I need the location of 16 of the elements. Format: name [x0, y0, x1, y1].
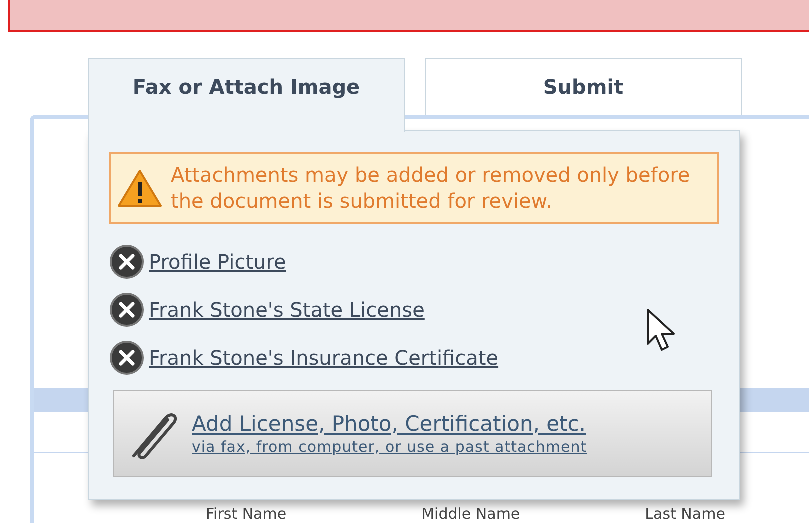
attachment-link[interactable]: Frank Stone's Insurance Certificate	[149, 343, 499, 373]
field-label: Middle Name	[422, 504, 520, 523]
attachment-link[interactable]: Frank Stone's State License	[149, 295, 425, 325]
add-attachment-subtitle: via fax, from computer, or use a past attachment	[192, 436, 588, 456]
warning-text: Attachments may be added or removed only before the document is submitted for review.	[171, 162, 692, 214]
add-attachment-title: Add License, Photo, Certification, etc.	[192, 410, 587, 436]
tab[interactable]: Fax or Attach Image	[88, 58, 405, 132]
remove-icon[interactable]	[109, 244, 145, 280]
add-attachment-button[interactable]: Add License, Photo, Certification, etc. via fax, from computer, or use a past attachment	[113, 390, 712, 477]
warning-icon	[117, 168, 163, 208]
remove-icon[interactable]	[109, 292, 145, 328]
remove-icon[interactable]	[109, 340, 145, 376]
attachment-link[interactable]: Profile Picture	[149, 247, 286, 277]
tab[interactable]: Submit	[425, 58, 742, 115]
field-label: First Name	[206, 504, 287, 523]
field-label: Last Name	[645, 504, 726, 523]
